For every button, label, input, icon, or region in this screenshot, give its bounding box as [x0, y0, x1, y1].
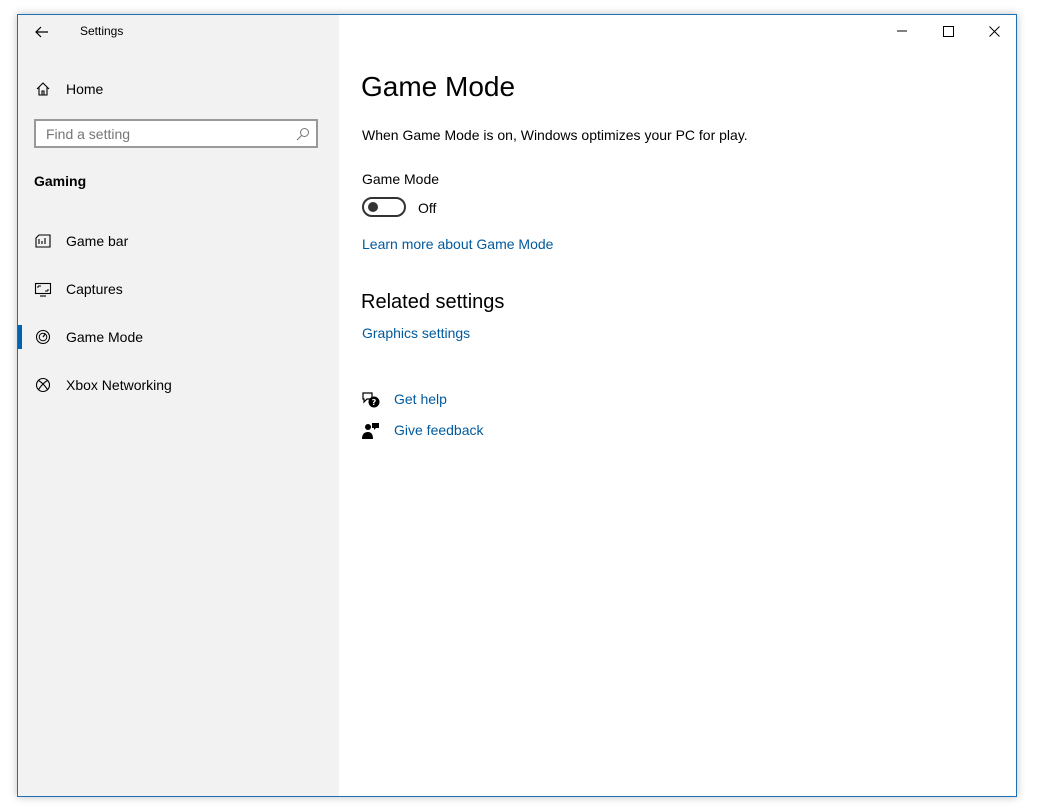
toggle-state-text: Off	[418, 200, 437, 216]
give-feedback-link[interactable]: Give feedback	[394, 422, 484, 438]
close-button[interactable]	[971, 15, 1016, 47]
settings-window: Settings Home Find a setting Gaming Game…	[17, 14, 1017, 797]
home-icon	[34, 80, 52, 98]
sidebar-item-game-mode[interactable]: Game Mode	[18, 318, 339, 356]
maximize-button[interactable]	[925, 15, 971, 47]
page-title: Game Mode	[361, 71, 516, 102]
sidebar-item-label: Game Mode	[66, 329, 144, 345]
sidebar-item-home[interactable]: Home	[18, 73, 339, 105]
sidebar-item-label: Game bar	[66, 233, 129, 249]
arrow-left-icon	[35, 26, 48, 38]
game-bar-icon	[34, 232, 52, 250]
sidebar-item-xbox-networking[interactable]: Xbox Networking	[18, 366, 339, 404]
page-description: When Game Mode is on, Windows optimizes …	[362, 127, 748, 143]
get-help-icon: ?	[362, 392, 380, 408]
back-button[interactable]	[31, 21, 53, 43]
app-title: Settings	[80, 24, 124, 38]
learn-more-link[interactable]: Learn more about Game Mode	[362, 236, 553, 252]
sidebar-item-game-bar[interactable]: Game bar	[18, 222, 339, 260]
selection-indicator	[18, 325, 22, 349]
game-mode-icon	[34, 328, 52, 346]
game-mode-toggle[interactable]	[362, 197, 406, 217]
captures-icon	[34, 280, 52, 298]
sidebar-item-label: Captures	[66, 281, 123, 297]
sidebar-item-label: Home	[66, 81, 104, 97]
search-input[interactable]: Find a setting	[34, 119, 318, 148]
sidebar-item-label: Xbox Networking	[66, 377, 172, 393]
xbox-icon	[34, 376, 52, 394]
graphics-settings-link[interactable]: Graphics settings	[362, 325, 470, 341]
sidebar-item-captures[interactable]: Captures	[18, 270, 339, 308]
get-help-row[interactable]: ? Get help	[361, 389, 561, 411]
minimize-icon	[897, 30, 907, 32]
close-icon	[988, 25, 1000, 37]
minimize-button[interactable]	[879, 15, 925, 47]
toggle-knob	[368, 202, 378, 212]
sidebar: Settings Home Find a setting Gaming Game…	[18, 15, 339, 796]
sidebar-section-heading: Gaming	[34, 173, 87, 189]
search-icon	[296, 128, 309, 141]
game-mode-toggle-label: Game Mode	[362, 171, 440, 187]
svg-text:?: ?	[372, 398, 377, 407]
get-help-link[interactable]: Get help	[394, 391, 447, 407]
related-settings-heading: Related settings	[361, 291, 505, 313]
give-feedback-row[interactable]: Give feedback	[361, 420, 561, 442]
search-placeholder: Find a setting	[46, 126, 131, 142]
feedback-icon	[362, 423, 379, 439]
maximize-icon	[942, 25, 954, 37]
